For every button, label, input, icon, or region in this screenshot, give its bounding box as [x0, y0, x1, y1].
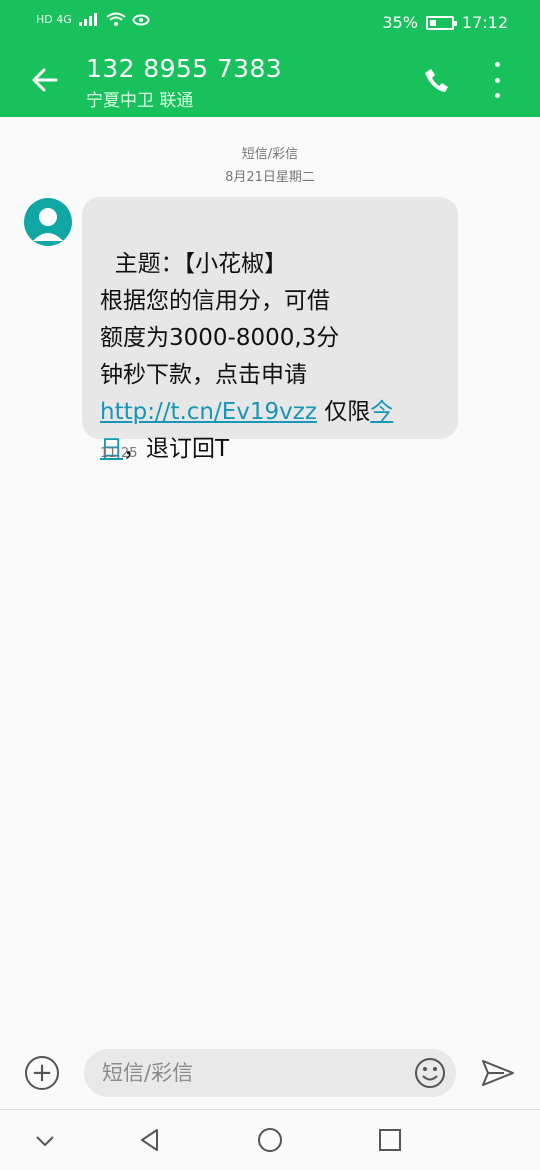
- send-icon[interactable]: [480, 1057, 516, 1089]
- message-text-1: 主题：【小花椒】 根据您的信用分，可借 额度为3000-8000,3分 钟秒下款…: [100, 251, 340, 388]
- message-time: 11:25: [100, 446, 138, 461]
- signal-icon: [78, 13, 97, 26]
- message-input-container[interactable]: [84, 1049, 456, 1097]
- status-icons-right: 35% 17:12: [382, 13, 508, 32]
- eye-icon: [132, 14, 150, 25]
- status-time: 17:12: [461, 13, 508, 32]
- battery-icon: [425, 15, 457, 30]
- message-link-1[interactable]: http://t.cn/Ev19vzz: [100, 399, 317, 425]
- more-options-icon[interactable]: [482, 62, 512, 98]
- nav-down-icon[interactable]: [23, 1120, 67, 1160]
- contact-avatar-icon[interactable]: [24, 198, 72, 246]
- incoming-message-bubble[interactable]: 主题：【小花椒】 根据您的信用分，可借 额度为3000-8000,3分 钟秒下款…: [82, 197, 458, 462]
- battery-percent: 35%: [382, 13, 418, 32]
- nav-recent-icon[interactable]: [368, 1120, 412, 1160]
- add-icon[interactable]: +: [25, 1056, 59, 1090]
- message-type-label: 短信/彩信: [241, 147, 299, 162]
- nav-home-icon[interactable]: [248, 1120, 292, 1160]
- phone-icon[interactable]: [420, 63, 454, 97]
- wifi-icon: [106, 12, 126, 26]
- network-label: HD 4G: [36, 13, 72, 26]
- contact-location: 宁夏中卫 联通: [86, 91, 194, 111]
- emoji-icon[interactable]: [414, 1057, 446, 1089]
- app-header: HD 4G 35% 17:12 132 8955 7383 宁夏中卫 联通: [0, 0, 540, 117]
- message-text-2: 仅限: [316, 399, 371, 425]
- back-arrow-icon[interactable]: [24, 60, 64, 100]
- contact-number: 132 8955 7383: [86, 54, 283, 83]
- message-text-3: ，退订回T: [123, 436, 230, 462]
- nav-back-icon[interactable]: [128, 1120, 172, 1160]
- status-icons-left: HD 4G: [36, 12, 150, 27]
- message-input[interactable]: [84, 1049, 394, 1097]
- conversation-date: 8月21日星期二: [225, 170, 315, 185]
